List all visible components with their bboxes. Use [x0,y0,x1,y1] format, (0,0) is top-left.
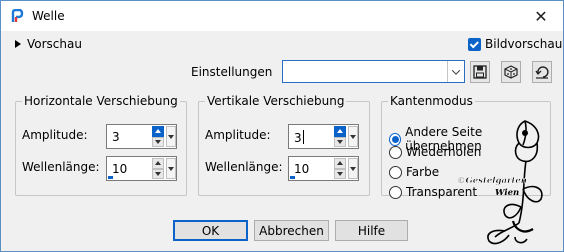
settings-combobox[interactable] [282,60,465,83]
settings-dropdown-button[interactable] [447,61,464,82]
edge-mode-legend: Kantenmodus [390,94,473,108]
decrement-button[interactable] [152,168,164,179]
radio-icon [389,185,402,199]
horizontal-wavelength-value: 10 [112,162,128,176]
triangle-down-icon [168,166,174,171]
watermark-flower-image: ©Gestelgarten Wien [457,120,543,245]
horizontal-amplitude-spinbox[interactable]: 3 [106,124,177,149]
vertical-shift-legend: Vertikale Verschiebung [207,94,345,108]
chevron-down-icon [451,65,461,75]
radio-icon [389,165,402,179]
reset-button[interactable] [532,61,552,83]
horizontal-amplitude-stepper[interactable] [152,126,164,147]
dialog-window: Welle ✕ Vorschau Bildvorschau Einstellun… [0,0,564,252]
image-preview-checkbox[interactable]: Bildvorschau [468,37,562,51]
edge-option-color[interactable]: Farbe [389,165,439,179]
vertical-shift-group: Vertikale Verschiebung Amplitude: 3 Well… [198,94,370,196]
horizontal-amplitude-value: 3 [112,130,120,144]
triangle-down-icon [168,134,174,139]
save-preset-button[interactable] [470,61,490,83]
expand-arrow-icon [15,40,21,48]
preview-label: Vorschau [27,37,82,51]
increment-button[interactable] [334,158,346,169]
settings-label: Einstellungen [191,65,273,79]
arrow-up-icon [155,161,161,166]
close-icon: ✕ [534,6,548,26]
image-preview-label: Bildvorschau [485,37,563,51]
text-cursor [302,130,304,144]
vertical-wavelength-value: 10 [294,162,310,176]
reset-icon [535,66,549,79]
arrow-up-icon [155,129,161,134]
radio-selected-icon [389,132,402,146]
decrement-button[interactable] [334,168,346,179]
arrow-up-icon [337,129,343,134]
vertical-wavelength-spinbox[interactable]: 10 [288,156,359,181]
arrow-down-icon [155,171,161,176]
horizontal-wavelength-dropdown[interactable] [166,158,176,179]
app-logo-icon [11,9,24,22]
vertical-wavelength-dropdown[interactable] [348,158,358,179]
arrow-up-icon [337,161,343,166]
vertical-wavelength-label: Wellenlänge: [205,160,283,174]
title-bar: Welle ✕ [1,1,563,31]
dice-icon [504,65,518,79]
arrow-down-icon [337,171,343,176]
edge-option-label: Farbe [406,165,440,179]
increment-button[interactable] [334,126,346,137]
radio-icon [389,145,402,159]
window-title: Welle [32,9,65,23]
close-button[interactable]: ✕ [519,1,563,31]
watermark-line-2: Wien [495,188,519,198]
horizontal-wavelength-label: Wellenlänge: [22,160,100,174]
horizontal-amplitude-label: Amplitude: [22,128,88,142]
value-indicator-bar [290,176,295,179]
cancel-label: Abbrechen [259,223,324,238]
help-label: Hilfe [357,223,386,238]
random-button[interactable] [501,61,521,83]
arrow-down-icon [155,139,161,144]
decrement-button[interactable] [334,136,346,147]
cancel-button[interactable]: Abbrechen [254,220,329,241]
ok-button[interactable]: OK [173,220,248,241]
arrow-down-icon [337,139,343,144]
vertical-wavelength-stepper[interactable] [334,158,346,179]
checkbox-checked-icon [468,37,481,51]
horizontal-wavelength-spinbox[interactable]: 10 [106,156,177,181]
help-button[interactable]: Hilfe [335,220,408,241]
horizontal-amplitude-dropdown[interactable] [166,126,176,147]
save-icon [473,65,487,79]
vertical-amplitude-stepper[interactable] [334,126,346,147]
triangle-down-icon [350,134,356,139]
horizontal-wavelength-stepper[interactable] [152,158,164,179]
increment-button[interactable] [152,158,164,169]
value-indicator-bar [108,176,113,179]
vertical-amplitude-value: 3 [294,131,302,145]
decrement-button[interactable] [152,136,164,147]
vertical-amplitude-dropdown[interactable] [348,126,358,147]
horizontal-shift-legend: Horizontale Verschiebung [24,94,178,108]
vertical-amplitude-label: Amplitude: [205,128,271,142]
vertical-amplitude-spinbox[interactable]: 3 [288,124,359,149]
preview-toggle[interactable]: Vorschau [15,37,82,51]
increment-button[interactable] [152,126,164,137]
ok-label: OK [201,223,220,238]
triangle-down-icon [350,166,356,171]
watermark-line-1: ©Gestelgarten [457,176,527,186]
horizontal-shift-group: Horizontale Verschiebung Amplitude: 3 We… [15,94,187,196]
